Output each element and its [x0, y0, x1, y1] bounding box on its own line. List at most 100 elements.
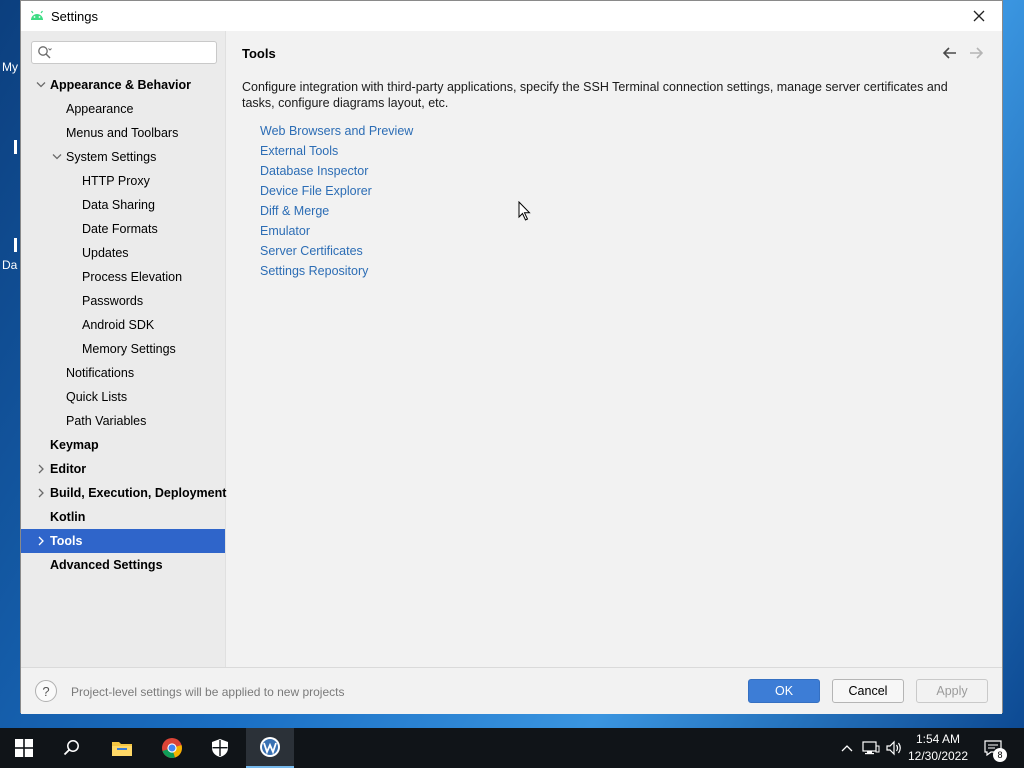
tools-link-list: Web Browsers and Preview External Tools … — [260, 121, 413, 281]
window-title: Settings — [51, 8, 98, 24]
search-icon — [63, 740, 79, 756]
page-title: Tools — [242, 46, 276, 61]
sidebar-item-date-formats[interactable]: Date Formats — [21, 217, 225, 241]
taskbar: 1:54 AM 12/30/2022 8 — [0, 728, 1024, 768]
sidebar-item-label: Notifications — [66, 366, 135, 380]
sidebar-item-label: HTTP Proxy — [82, 174, 150, 188]
sidebar-item-http-proxy[interactable]: HTTP Proxy — [21, 169, 225, 193]
volume-icon — [886, 740, 901, 756]
network-icon — [862, 741, 880, 755]
link-diff-merge[interactable]: Diff & Merge — [260, 201, 413, 221]
sidebar-item-label: Date Formats — [82, 222, 158, 236]
file-explorer-icon — [112, 742, 132, 756]
sidebar-item-label: Tools — [50, 534, 83, 548]
cancel-button[interactable]: Cancel — [832, 679, 904, 703]
network-tray[interactable] — [861, 738, 881, 758]
ok-button[interactable]: OK — [748, 679, 820, 703]
sidebar-item-menus-and-toolbars[interactable]: Menus and Toolbars — [21, 121, 225, 145]
android-studio-icon — [260, 737, 280, 757]
taskbar-file-explorer[interactable] — [98, 728, 146, 768]
chevron-right-icon[interactable] — [35, 481, 47, 505]
taskbar-windows-security[interactable] — [196, 728, 244, 768]
sidebar-item-tools[interactable]: Tools — [21, 529, 225, 553]
sidebar-item-data-sharing[interactable]: Data Sharing — [21, 193, 225, 217]
show-hidden-icons[interactable] — [837, 738, 857, 758]
link-server-certificates[interactable]: Server Certificates — [260, 241, 413, 261]
link-emulator[interactable]: Emulator — [260, 221, 413, 241]
chevron-down-icon[interactable] — [51, 145, 63, 169]
volume-tray[interactable] — [884, 738, 904, 758]
close-icon — [973, 10, 985, 22]
link-device-file-explorer[interactable]: Device File Explorer — [260, 181, 413, 201]
sidebar-item-appearance-behavior[interactable]: Appearance & Behavior — [21, 73, 225, 97]
sidebar-item-memory-settings[interactable]: Memory Settings — [21, 337, 225, 361]
desktop-icon-label[interactable]: My — [2, 60, 18, 74]
desktop-icon-label[interactable]: Da — [2, 258, 17, 272]
search-icon — [38, 46, 52, 59]
sidebar-item-notifications[interactable]: Notifications — [21, 361, 225, 385]
link-external-tools[interactable]: External Tools — [260, 141, 413, 161]
sidebar-item-path-variables[interactable]: Path Variables — [21, 409, 225, 433]
close-button[interactable] — [956, 1, 1002, 31]
sidebar-item-label: Kotlin — [50, 510, 86, 524]
sidebar-item-process-elevation[interactable]: Process Elevation — [21, 265, 225, 289]
sidebar-item-label: Build, Execution, Deployment — [50, 486, 227, 500]
sidebar-item-label: System Settings — [66, 150, 157, 164]
back-arrow-icon[interactable] — [940, 44, 960, 62]
link-settings-repository[interactable]: Settings Repository — [260, 261, 413, 281]
sidebar-item-build-execution-deployment[interactable]: Build, Execution, Deployment — [21, 481, 227, 505]
clock-date: 12/30/2022 — [907, 749, 969, 763]
sidebar-item-label: Process Elevation — [82, 270, 183, 284]
footer-note: Project-level settings will be applied t… — [71, 685, 345, 699]
desktop-icon-fragment — [14, 140, 17, 154]
notification-count-badge: 8 — [993, 748, 1007, 762]
apply-button[interactable]: Apply — [916, 679, 988, 703]
clock-time: 1:54 AM — [915, 732, 961, 746]
settings-dialog: Settings Appearance & Behavior Appearance… — [20, 0, 1003, 714]
taskbar-android-studio[interactable] — [246, 728, 294, 768]
settings-sidebar: Appearance & Behavior Appearance Menus and… — [21, 31, 226, 667]
sidebar-item-label: Updates — [82, 246, 129, 260]
chrome-icon — [162, 738, 182, 758]
title-bar[interactable]: Settings — [21, 1, 1002, 31]
page-description: Configure integration with third-party a… — [242, 80, 948, 110]
sidebar-item-appearance[interactable]: Appearance — [21, 97, 225, 121]
mouse-cursor-icon — [518, 201, 531, 221]
sidebar-item-android-sdk[interactable]: Android SDK — [21, 313, 225, 337]
sidebar-item-keymap[interactable]: Keymap — [21, 433, 225, 457]
sidebar-item-kotlin[interactable]: Kotlin — [21, 505, 225, 529]
settings-content: Tools Configure integration with third-p… — [226, 31, 1002, 667]
taskbar-search-button[interactable] — [48, 728, 96, 768]
sidebar-item-quick-lists[interactable]: Quick Lists — [21, 385, 225, 409]
windows-start-icon — [15, 739, 33, 757]
settings-search[interactable] — [31, 41, 217, 64]
sidebar-item-label: Data Sharing — [82, 198, 155, 212]
sidebar-item-label: Appearance — [66, 102, 134, 116]
search-input[interactable] — [56, 44, 216, 63]
taskbar-clock[interactable]: 1:54 AM 12/30/2022 — [906, 731, 970, 765]
start-button[interactable] — [0, 728, 48, 768]
sidebar-item-label: Advanced Settings — [50, 558, 163, 572]
link-web-browsers[interactable]: Web Browsers and Preview — [260, 121, 413, 141]
sidebar-item-label: Memory Settings — [82, 342, 176, 356]
sidebar-item-label: Keymap — [50, 438, 99, 452]
sidebar-item-updates[interactable]: Updates — [21, 241, 225, 265]
sidebar-item-label: Android SDK — [82, 318, 155, 332]
desktop-icon-fragment — [14, 238, 17, 252]
forward-arrow-icon[interactable] — [966, 44, 986, 62]
sidebar-item-label: Passwords — [82, 294, 144, 308]
taskbar-chrome[interactable] — [148, 728, 196, 768]
sidebar-item-label: Editor — [50, 462, 87, 476]
sidebar-item-label: Quick Lists — [66, 390, 128, 404]
chevron-down-icon[interactable] — [35, 73, 47, 97]
chevron-right-icon[interactable] — [35, 457, 47, 481]
link-database-inspector[interactable]: Database Inspector — [260, 161, 413, 181]
chevron-up-icon — [841, 745, 853, 752]
sidebar-item-system-settings[interactable]: System Settings — [21, 145, 225, 169]
windows-security-icon — [212, 739, 228, 757]
chevron-right-icon[interactable] — [35, 529, 47, 553]
sidebar-item-advanced-settings[interactable]: Advanced Settings — [21, 553, 225, 577]
sidebar-item-passwords[interactable]: Passwords — [21, 289, 225, 313]
help-button[interactable]: ? — [35, 680, 57, 702]
sidebar-item-editor[interactable]: Editor — [21, 457, 225, 481]
